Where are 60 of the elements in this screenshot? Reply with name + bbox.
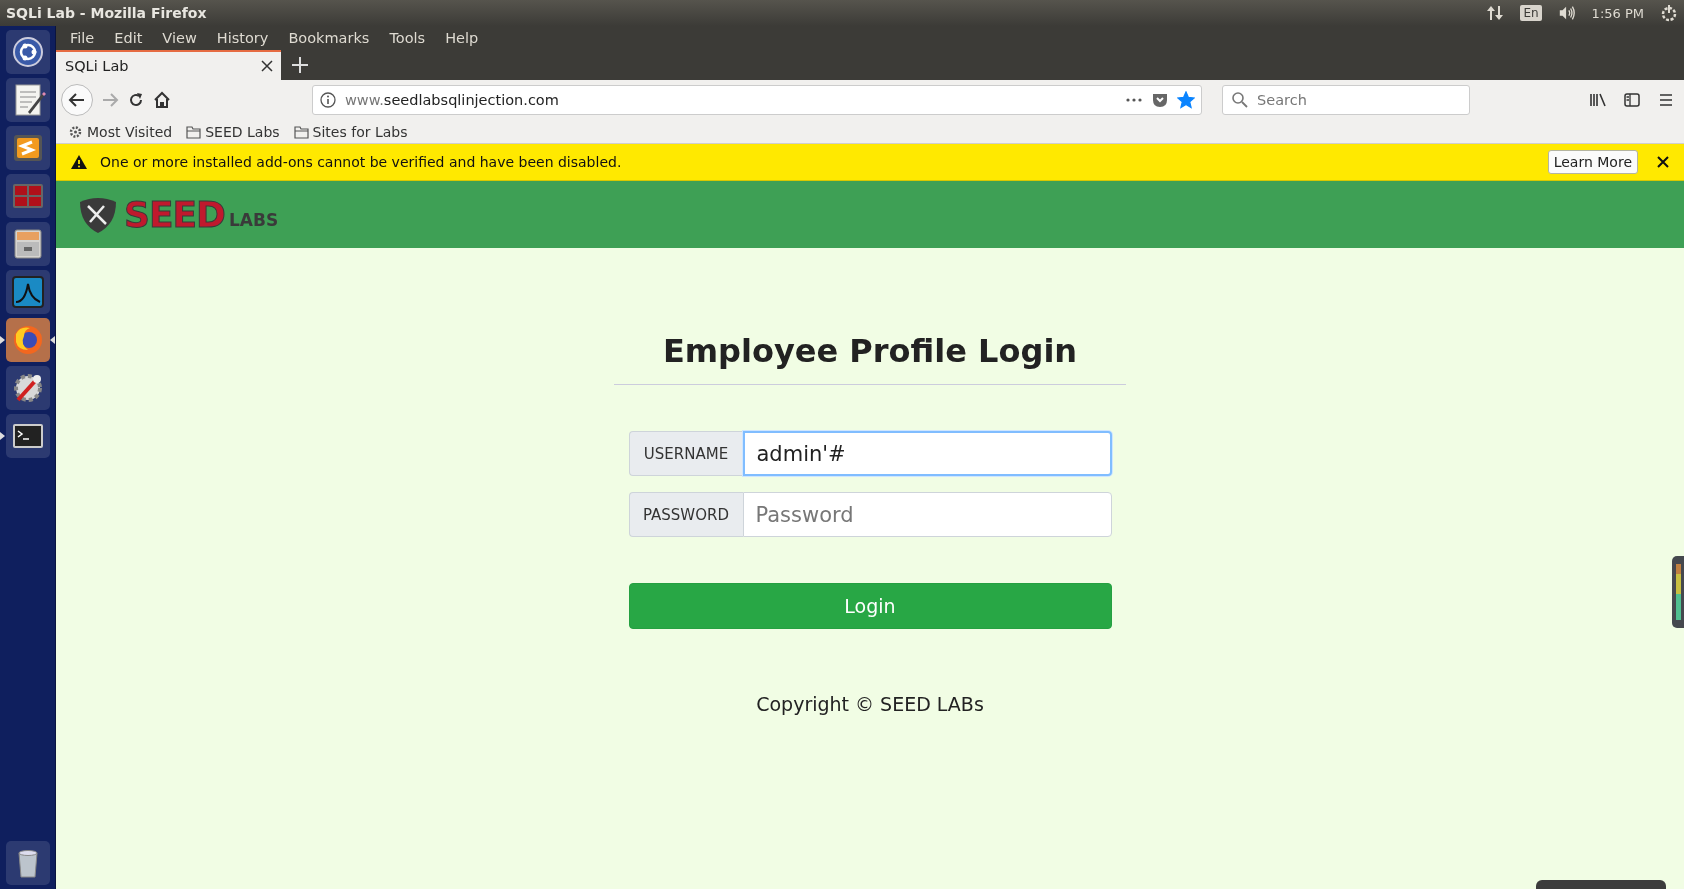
- info-icon[interactable]: [319, 91, 337, 109]
- menu-item[interactable]: Edit: [104, 30, 153, 46]
- search-icon: [1231, 91, 1249, 109]
- network-arrows-icon[interactable]: [1486, 4, 1505, 22]
- back-button[interactable]: [61, 84, 93, 116]
- close-icon[interactable]: [261, 60, 273, 72]
- menu-item[interactable]: View: [152, 30, 207, 46]
- menu-icon[interactable]: [1657, 91, 1675, 109]
- keyboard-layout-indicator[interactable]: En: [1520, 5, 1542, 21]
- clock[interactable]: 1:56 PM: [1591, 5, 1644, 21]
- search-placeholder: Search: [1257, 92, 1307, 108]
- level-meter-drawing: [1672, 556, 1684, 628]
- tab-title: SQLi Lab: [65, 58, 130, 74]
- shark-fin-icon: [9, 274, 46, 310]
- star-icon[interactable]: [1177, 91, 1195, 109]
- reload-icon[interactable]: [127, 91, 145, 109]
- launcher-item[interactable]: [5, 841, 50, 885]
- power-gear-icon[interactable]: [1660, 4, 1678, 22]
- logo-subtext: LABS: [229, 209, 279, 230]
- browser-tab[interactable]: SQLi Lab: [56, 50, 281, 80]
- launcher-item[interactable]: [5, 126, 50, 170]
- bookmark-item[interactable]: Most Visited: [68, 123, 173, 140]
- plus-icon[interactable]: [291, 56, 309, 74]
- gear-icon: [68, 124, 83, 139]
- page-heading: Employee Profile Login: [614, 332, 1126, 385]
- speaker-icon[interactable]: [1557, 4, 1576, 22]
- close-icon[interactable]: [1656, 155, 1670, 169]
- library-icon[interactable]: [1589, 91, 1607, 109]
- launcher-item[interactable]: [5, 30, 50, 74]
- launcher-item[interactable]: [5, 222, 50, 266]
- window-title: SQLi Lab - Mozilla Firefox: [6, 5, 208, 21]
- sidebar-icon[interactable]: [1623, 91, 1641, 109]
- field-label: USERNAME: [628, 431, 743, 476]
- bookmark-item[interactable]: Sites for Labs: [293, 123, 408, 140]
- launcher-item[interactable]: [5, 78, 50, 122]
- launcher-item[interactable]: [5, 318, 50, 362]
- address-bar[interactable]: www.seedlabsqlinjection.com: [312, 85, 1202, 115]
- menu-item[interactable]: Help: [435, 30, 489, 46]
- shield-icon[interactable]: [1151, 91, 1169, 109]
- warning-icon: [70, 153, 88, 171]
- url-text: www.seedlabsqlinjection.com: [345, 92, 560, 108]
- menu-item[interactable]: Bookmarks: [278, 30, 380, 46]
- launcher-item[interactable]: [5, 414, 50, 458]
- bookmark-item[interactable]: SEED Labs: [186, 123, 280, 140]
- copyright-text: Copyright © SEED LABs: [756, 693, 984, 715]
- menu-item[interactable]: History: [206, 30, 279, 46]
- logo-text: SEED: [124, 194, 225, 235]
- input-field[interactable]: Password: [742, 492, 1112, 537]
- home-icon[interactable]: [153, 91, 171, 109]
- input-field[interactable]: admin'#: [742, 431, 1112, 476]
- search-field[interactable]: Search: [1222, 85, 1470, 115]
- notification-message: One or more installed add-ons cannot be verified and have been disabled.: [100, 154, 623, 170]
- menu-item[interactable]: Tools: [379, 30, 436, 46]
- folder-icon: [293, 124, 309, 139]
- launcher-item[interactable]: [5, 366, 50, 410]
- field-label: PASSWORD: [628, 492, 743, 537]
- folder-icon: [186, 124, 202, 139]
- learn-more-button[interactable]: Learn More: [1547, 150, 1638, 174]
- left-arrow-icon: [68, 91, 86, 109]
- menu-item[interactable]: File: [60, 30, 105, 46]
